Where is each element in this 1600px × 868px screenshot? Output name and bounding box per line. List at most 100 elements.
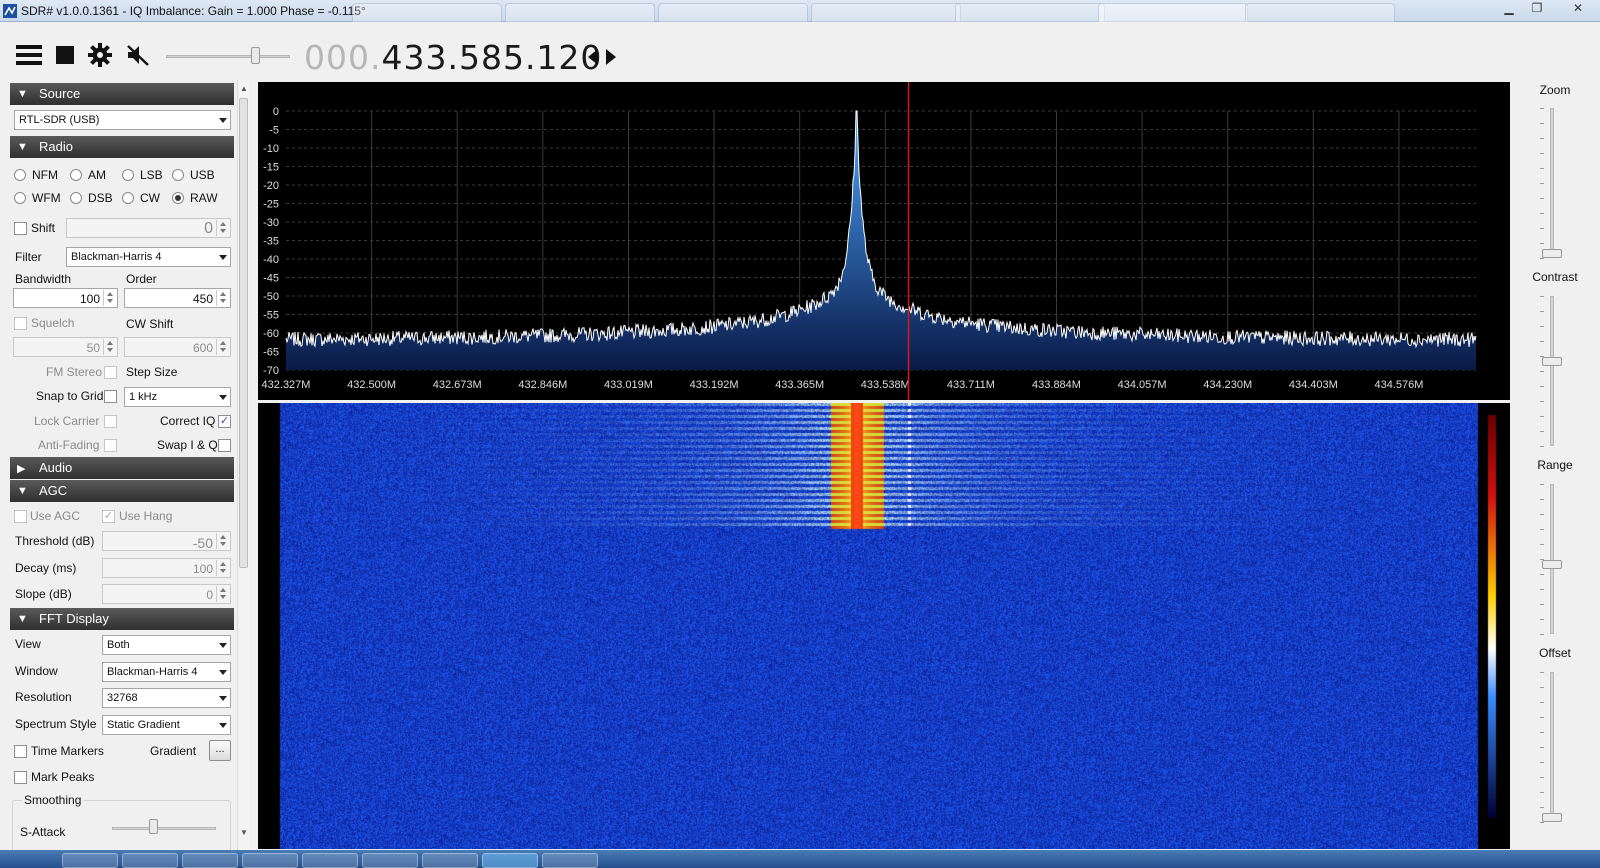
taskbar-button[interactable] xyxy=(302,853,358,868)
anti-fading-checkbox[interactable] xyxy=(104,439,117,452)
zoom-slider-track[interactable] xyxy=(1550,108,1554,258)
taskbar-button[interactable] xyxy=(422,853,478,868)
squelch-input[interactable]: 50 xyxy=(13,337,118,357)
cw-shift-input[interactable]: 600 xyxy=(124,337,231,357)
taskbar-button[interactable] xyxy=(182,853,238,868)
y-tick-label: -55 xyxy=(263,310,279,322)
frequency-digits[interactable]: 433.585.120 xyxy=(381,38,602,77)
threshold-input[interactable]: -50 xyxy=(102,531,231,551)
taskbar-button[interactable] xyxy=(62,853,118,868)
x-tick-label: 433.538M xyxy=(861,379,910,391)
correct-iq-checkbox[interactable]: ✓ xyxy=(218,415,231,428)
speaker-muted-icon[interactable] xyxy=(126,44,150,66)
mode-radio-usb[interactable] xyxy=(172,169,184,181)
use-hang-checkbox[interactable]: ✓ xyxy=(102,510,115,523)
frequency-display[interactable]: 000.433.585.120 xyxy=(304,38,602,77)
close-icon[interactable]: ✕ xyxy=(1560,1,1596,17)
control-panel-scrollbar[interactable]: ▲ ▼ xyxy=(237,80,249,850)
offset-slider-track[interactable] xyxy=(1550,672,1554,822)
spin-buttons[interactable] xyxy=(216,586,229,602)
shift-input[interactable]: 0 xyxy=(66,218,231,238)
tune-arrows-icon[interactable] xyxy=(588,48,616,66)
window-title: SDR# v1.0.0.1361 - IQ Imbalance: Gain = … xyxy=(21,4,366,18)
spin-buttons[interactable] xyxy=(216,533,229,549)
taskbar-button[interactable] xyxy=(122,853,178,868)
scroll-down-icon[interactable]: ▼ xyxy=(240,828,248,837)
mode-radio-raw[interactable] xyxy=(172,192,184,204)
view-select[interactable]: Both xyxy=(102,635,231,655)
gear-icon[interactable] xyxy=(88,43,112,67)
slope-input[interactable]: 0 xyxy=(102,584,231,604)
spectrum-style-select[interactable]: Static Gradient xyxy=(102,715,231,735)
spectrum-analyzer[interactable]: 0 -5 -10 -15 -20 -25 -30 -35 -40 -45 -50 -55 -60 -65 -… xyxy=(258,82,1510,400)
spin-buttons[interactable] xyxy=(216,339,229,355)
swap-iq-checkbox[interactable] xyxy=(218,439,231,452)
mode-radio-nfm[interactable] xyxy=(14,169,26,181)
contrast-slider-thumb[interactable] xyxy=(1542,356,1562,366)
minimize-icon[interactable]: ▁ xyxy=(1496,1,1522,17)
agc-section-header[interactable]: ▼ AGC xyxy=(10,480,234,502)
use-agc-label: Use AGC xyxy=(30,509,81,523)
snap-to-grid-checkbox[interactable] xyxy=(104,390,117,403)
background-tab xyxy=(658,3,808,22)
shift-checkbox[interactable] xyxy=(14,222,27,235)
y-tick-label: -40 xyxy=(263,254,279,266)
resolution-select[interactable]: 32768 xyxy=(102,688,231,708)
decay-input[interactable]: 100 xyxy=(102,558,231,578)
squelch-checkbox[interactable] xyxy=(14,317,27,330)
zoom-slider-thumb[interactable] xyxy=(1542,249,1562,258)
radio-section-header[interactable]: ▼ Radio xyxy=(10,136,234,158)
taskbar-button[interactable] xyxy=(482,853,538,868)
menu-icon[interactable] xyxy=(16,44,42,66)
contrast-slider-track[interactable] xyxy=(1550,296,1554,446)
waterfall-display[interactable] xyxy=(258,403,1510,849)
mark-peaks-checkbox[interactable] xyxy=(14,771,27,784)
source-device-select[interactable]: RTL-SDR (USB) xyxy=(14,110,231,130)
taskbar-button[interactable] xyxy=(362,853,418,868)
scrollbar-thumb[interactable] xyxy=(239,98,248,568)
step-size-select[interactable]: 1 kHz xyxy=(124,387,231,407)
bandwidth-input[interactable]: 100 xyxy=(13,288,118,308)
source-section-header[interactable]: ▼ Source xyxy=(10,83,234,105)
stop-icon[interactable] xyxy=(56,46,74,64)
mode-radio-cw[interactable] xyxy=(122,192,134,204)
gradient-button[interactable]: ... xyxy=(209,740,231,761)
taskbar-button[interactable] xyxy=(542,853,598,868)
frequency-leading-digits[interactable]: 000. xyxy=(304,38,381,77)
lock-carrier-checkbox[interactable] xyxy=(104,415,117,428)
range-slider-track[interactable] xyxy=(1550,484,1554,634)
range-slider-thumb[interactable] xyxy=(1542,560,1562,570)
slider-tick xyxy=(1540,326,1544,327)
waterfall-canvas[interactable] xyxy=(258,403,1510,849)
s-attack-slider-track[interactable] xyxy=(112,827,216,830)
mode-radio-lsb[interactable] xyxy=(122,169,134,181)
filter-select[interactable]: Blackman-Harris 4 xyxy=(66,247,231,267)
spin-buttons[interactable] xyxy=(103,339,116,355)
x-tick-label: 434.576M xyxy=(1374,379,1423,391)
mode-label: WFM xyxy=(32,191,61,205)
mode-radio-wfm[interactable] xyxy=(14,192,26,204)
window-select[interactable]: Blackman-Harris 4 xyxy=(102,662,231,682)
fm-stereo-checkbox[interactable] xyxy=(104,366,117,379)
audio-section-header[interactable]: ▶ Audio xyxy=(10,457,234,479)
taskbar-button[interactable] xyxy=(242,853,298,868)
fft-section-header[interactable]: ▼ FFT Display xyxy=(10,608,234,630)
use-agc-checkbox[interactable] xyxy=(14,510,27,523)
squelch-value: 50 xyxy=(86,341,100,355)
offset-slider-thumb[interactable] xyxy=(1542,813,1562,822)
slider-tick xyxy=(1540,544,1544,545)
mode-radio-am[interactable] xyxy=(70,169,82,181)
spectrum-plot[interactable]: 0 -5 -10 -15 -20 -25 -30 -35 -40 -45 -50 -55 -60 -65 -… xyxy=(258,82,1510,400)
spin-buttons[interactable] xyxy=(216,560,229,576)
restore-icon[interactable]: ❐ xyxy=(1524,1,1550,17)
volume-slider-thumb[interactable] xyxy=(250,47,260,64)
time-markers-checkbox[interactable] xyxy=(14,745,27,758)
spin-buttons[interactable] xyxy=(103,290,116,306)
volume-slider-track[interactable] xyxy=(166,55,290,58)
spin-buttons[interactable] xyxy=(216,220,229,236)
s-attack-slider-thumb[interactable] xyxy=(149,819,158,834)
scroll-up-icon[interactable]: ▲ xyxy=(240,84,248,93)
mode-radio-dsb[interactable] xyxy=(70,192,82,204)
order-input[interactable]: 450 xyxy=(124,288,231,308)
spin-buttons[interactable] xyxy=(216,290,229,306)
